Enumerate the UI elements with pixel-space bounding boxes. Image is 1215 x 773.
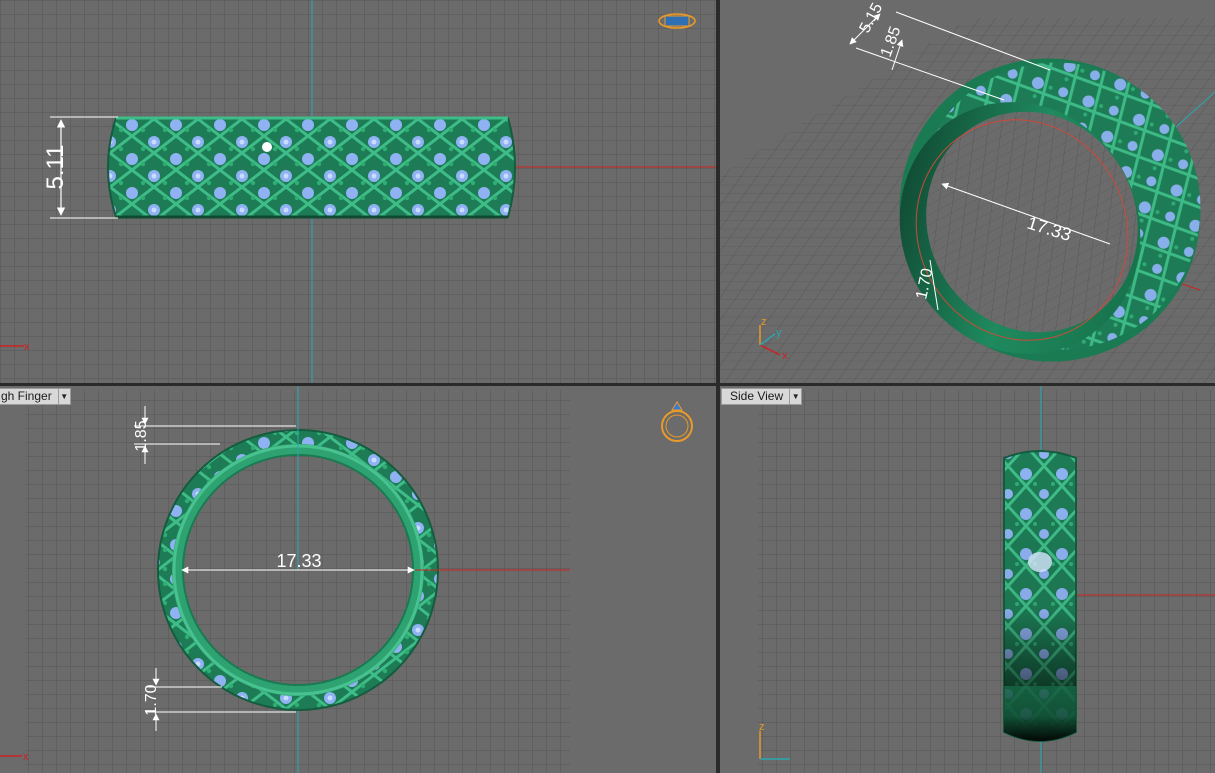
- viewport-label-side[interactable]: Side View ▼: [721, 388, 803, 405]
- dimension-bottom-thickness-label: 1.70: [143, 684, 160, 715]
- viewport-front[interactable]: 5.11 x: [0, 0, 716, 383]
- dimension-inner-diameter-label: 17.33: [276, 551, 321, 571]
- viewport-label-finger-text: gh Finger: [1, 389, 52, 403]
- side-view-scene: z: [720, 386, 1215, 773]
- chevron-down-icon[interactable]: ▼: [57, 389, 70, 404]
- viewport-perspective[interactable]: 5.15 1.85 17.33 1.70 z x y: [720, 0, 1215, 383]
- finger-view-scene: 1.85 17.33 1.70 x: [0, 386, 716, 773]
- axis-z-label: z: [759, 721, 765, 733]
- chevron-down-icon[interactable]: ▼: [789, 389, 801, 404]
- axis-x-label: x: [782, 350, 788, 362]
- perspective-scene: 5.15 1.85 17.33 1.70 z x y: [720, 0, 1215, 383]
- viewport-label-side-text: Side View: [730, 389, 784, 403]
- axis-z-label: z: [761, 316, 767, 328]
- dimension-height-label: 5.11: [42, 145, 69, 190]
- dimension-top-thickness-label: 1.85: [133, 420, 150, 451]
- axis-x-label: x: [24, 341, 30, 353]
- ring-band-front[interactable]: [107, 116, 516, 219]
- axis-y-label: y: [776, 327, 782, 339]
- viewport-side[interactable]: z Side View ▼: [720, 386, 1215, 773]
- front-view-scene: 5.11 x: [0, 0, 716, 383]
- axis-x-label: x: [23, 751, 29, 763]
- viewport-label-finger[interactable]: gh Finger ▼: [0, 388, 71, 405]
- ring-side-view[interactable]: [1003, 450, 1077, 742]
- viewport-finger[interactable]: 1.85 17.33 1.70 x gh Finger ▼: [0, 386, 716, 773]
